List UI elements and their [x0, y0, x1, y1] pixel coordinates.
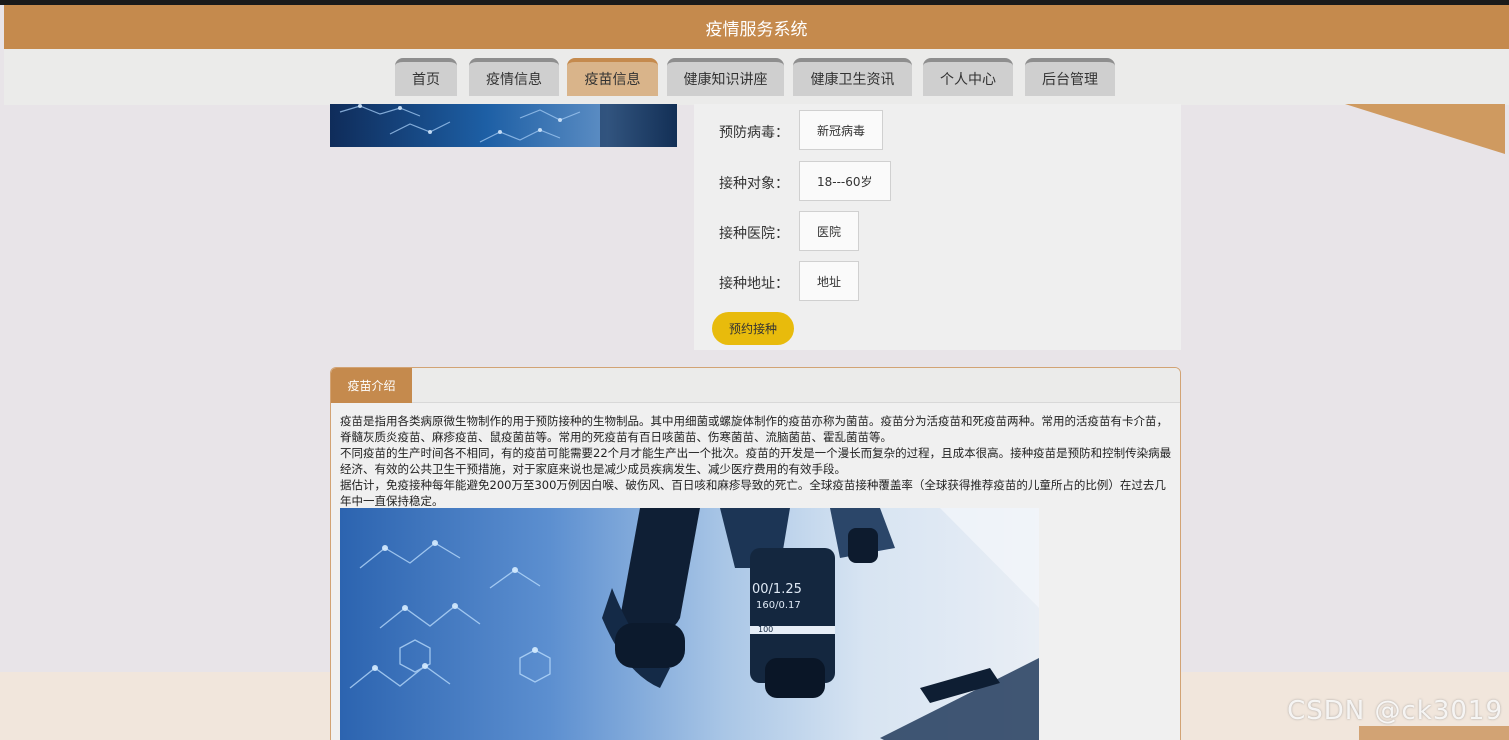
vaccine-info-panel: 预防病毒： 新冠病毒 接种对象： 18---60岁 接种医院： 医院 接种地址：… — [694, 104, 1181, 350]
field-value: 医院 — [799, 211, 860, 251]
intro-paragraph: 疫苗是指用各类病原微生物制作的用于预防接种的生物制品。其中用细菌或螺旋体制作的疫… — [340, 414, 1168, 444]
tab-vaccine-intro[interactable]: 疫苗介绍 — [331, 368, 412, 403]
field-label: 接种地址： — [719, 276, 789, 292]
site-title-bar: 疫情服务系统 — [4, 5, 1509, 49]
field-label: 预防病毒： — [719, 125, 789, 141]
lens-mark: 100 — [758, 625, 773, 634]
background-decoration-bottom — [1359, 726, 1509, 740]
field-label: 接种医院： — [719, 226, 789, 242]
lens-mark: 00/1.25 — [752, 582, 802, 597]
field-label: 接种对象： — [719, 176, 789, 192]
vaccine-intro-panel: 疫苗介绍 疫苗是指用各类病原微生物制作的用于预防接种的生物制品。其中用细菌或螺旋… — [330, 367, 1181, 740]
nav-health-news[interactable]: 健康卫生资讯 — [793, 58, 912, 96]
nav-admin[interactable]: 后台管理 — [1025, 58, 1115, 96]
background-decoration — [1345, 104, 1505, 154]
site-title: 疫情服务系统 — [705, 19, 808, 40]
nav-vaccine-info[interactable]: 疫苗信息 — [567, 58, 658, 96]
microscope-image: 00/1.25 160/0.17 100 — [340, 508, 1039, 740]
lens-mark: 160/0.17 — [756, 600, 801, 611]
nav-personal-center[interactable]: 个人中心 — [923, 58, 1013, 96]
field-value: 新冠病毒 — [799, 110, 884, 150]
intro-paragraph: 据估计，免疫接种每年能避免200万至300万例因白喉、破伤风、百日咳和麻疹导致的… — [340, 478, 1166, 508]
vaccine-cover-image — [330, 104, 677, 147]
intro-tab-bar: 疫苗介绍 — [331, 368, 1180, 403]
nav-health-lectures[interactable]: 健康知识讲座 — [667, 58, 784, 96]
nav-home[interactable]: 首页 — [395, 58, 457, 96]
csdn-watermark: CSDN @ck3019 — [1287, 696, 1503, 726]
main-nav: 首页 疫情信息 疫苗信息 健康知识讲座 健康卫生资讯 个人中心 后台管理 — [4, 49, 1509, 105]
intro-paragraph: 不同疫苗的生产时间各不相同，有的疫苗可能需要22个月才能生产出一个批次。疫苗的开… — [340, 446, 1172, 476]
book-vaccination-button[interactable]: 预约接种 — [712, 312, 794, 345]
intro-text: 疫苗是指用各类病原微生物制作的用于预防接种的生物制品。其中用细菌或螺旋体制作的疫… — [340, 413, 1173, 509]
field-value: 18---60岁 — [799, 161, 891, 201]
nav-epidemic-info[interactable]: 疫情信息 — [469, 58, 559, 96]
field-value: 地址 — [799, 261, 860, 301]
